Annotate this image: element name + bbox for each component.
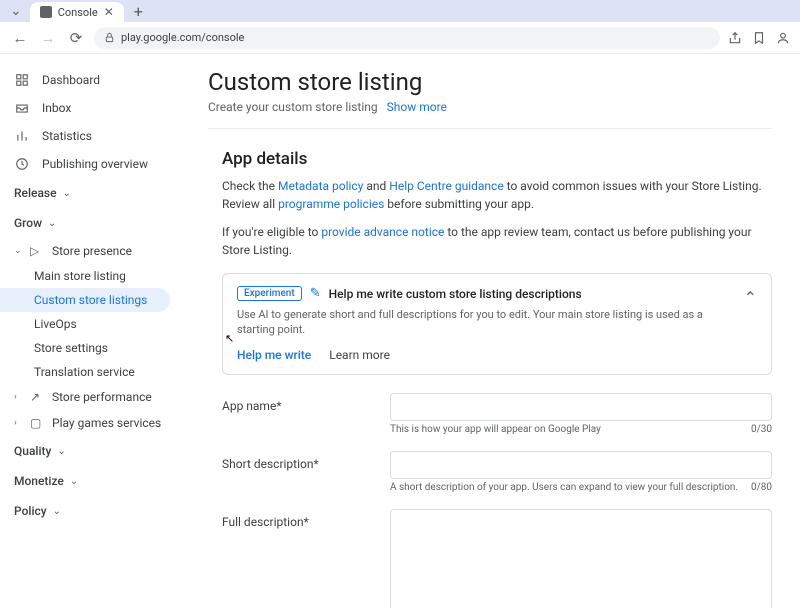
publish-icon [14,156,30,172]
sidebar-sub-main-listing[interactable]: Main store listing [0,264,180,288]
field-label: Short description* [222,451,390,493]
chevron-down-icon: ⌄ [14,246,22,256]
stats-icon [14,128,30,144]
sidebar-section-release[interactable]: Release ⌄ [0,178,180,208]
lock-icon [104,32,115,43]
sidebar-label: Dashboard [42,73,100,87]
sidebar-label: Statistics [42,129,92,143]
chevron-right-icon: › [14,418,22,428]
sidebar-sub-store-settings[interactable]: Store settings [0,336,180,360]
help-centre-link[interactable]: Help Centre guidance [389,179,503,193]
sidebar-label: Play games services [52,416,161,430]
forward-button[interactable]: → [38,29,58,47]
chevron-down-icon: ⌄ [63,188,71,199]
collapse-icon[interactable]: ⌃ [744,288,757,307]
section-heading-app-details: App details [208,149,772,169]
field-helper-text: A short description of your app. Users c… [390,482,738,493]
section-label: Policy [14,504,47,518]
show-more-link[interactable]: Show more [387,100,447,114]
sidebar-item-dashboard[interactable]: Dashboard [0,66,180,94]
field-app-name: App name* This is how your app will appe… [208,393,772,435]
chevron-down-icon: ⌄ [53,506,61,517]
sidebar-section-monetize[interactable]: Monetize ⌄ [0,466,180,496]
tab-list-chevron-icon[interactable]: ⌄ [6,3,26,19]
sidebar-section-grow[interactable]: Grow ⌄ [0,208,180,238]
experiment-panel: Experiment ✎ Help me write custom store … [222,273,772,375]
browser-tab[interactable]: Console ✕ [30,2,124,22]
char-counter: 0/80 [751,482,772,493]
url-input[interactable]: play.google.com/console [94,27,720,49]
share-icon[interactable] [728,31,742,45]
section-label: Monetize [14,474,64,488]
advance-notice-link[interactable]: provide advance notice [321,225,444,239]
sidebar-label: Publishing overview [42,157,148,171]
sidebar-item-play-games[interactable]: › ▢ Play games services [0,410,180,436]
sidebar-section-policy[interactable]: Policy ⌄ [0,496,180,526]
short-description-input[interactable] [390,451,772,479]
new-tab-button[interactable]: + [128,2,149,21]
sidebar-sub-custom-listings[interactable]: Custom store listings [0,288,170,312]
trend-icon: ↗ [30,390,44,404]
sidebar-item-inbox[interactable]: Inbox [0,94,180,122]
help-me-write-link[interactable]: Help me write [237,348,311,362]
app-details-line2: If you're eligible to provide advance no… [208,223,772,259]
experiment-body: Use AI to generate short and full descri… [237,307,727,338]
dashboard-icon [14,72,30,88]
sidebar-label: Store performance [52,390,152,404]
sidebar-section-quality[interactable]: Quality ⌄ [0,436,180,466]
field-full-description: Full description* 0/4000 [208,509,772,608]
full-description-input[interactable] [390,509,772,608]
field-helper-text: This is how your app will appear on Goog… [390,424,601,435]
wand-icon: ✎ [310,286,321,301]
chevron-down-icon: ⌄ [57,446,65,457]
sidebar-item-statistics[interactable]: Statistics [0,122,180,150]
page-subtitle: Create your custom store listing Show mo… [208,100,772,114]
field-label: App name* [222,393,390,435]
main-content: Custom store listing Create your custom … [180,54,800,608]
inbox-icon [14,100,30,116]
gamepad-icon: ▢ [30,416,44,430]
section-label: Quality [14,444,51,458]
divider [208,128,772,129]
address-bar: ← → ⟳ play.google.com/console [0,22,800,54]
chevron-right-icon: › [14,392,22,402]
sidebar-label: Inbox [42,101,71,115]
tab-title: Console [58,6,98,19]
programme-policies-link[interactable]: programme policies [278,197,384,211]
profile-icon[interactable] [776,31,790,45]
reload-button[interactable]: ⟳ [66,29,86,47]
app-details-line1: Check the Metadata policy and Help Centr… [208,177,772,213]
char-counter: 0/30 [751,424,772,435]
sidebar-item-store-presence[interactable]: ⌄ ▷ Store presence [0,238,180,264]
sidebar-item-publishing[interactable]: Publishing overview [0,150,180,178]
sidebar-item-store-performance[interactable]: › ↗ Store performance [0,384,180,410]
app-name-input[interactable] [390,393,772,421]
section-label: Release [14,186,57,200]
experiment-badge: Experiment [237,286,302,301]
browser-tab-strip: ⌄ Console ✕ + [0,0,800,22]
bookmark-icon[interactable] [752,31,766,45]
sidebar: Dashboard Inbox Statistics Publishing ov… [0,54,180,608]
tab-favicon [40,6,52,18]
page-title: Custom store listing [208,68,772,96]
close-icon[interactable]: ✕ [104,5,114,19]
learn-more-link[interactable]: Learn more [329,348,390,362]
experiment-title: Help me write custom store listing descr… [329,287,582,301]
sidebar-sub-translation[interactable]: Translation service [0,360,180,384]
field-label: Full description* [222,509,390,608]
metadata-policy-link[interactable]: Metadata policy [278,179,363,193]
sidebar-label: Store presence [52,244,132,258]
url-text: play.google.com/console [121,31,244,44]
section-label: Grow [14,216,42,230]
play-icon: ▷ [30,244,44,258]
chevron-down-icon: ⌄ [48,218,56,229]
field-short-description: Short description* A short description o… [208,451,772,493]
sidebar-sub-liveops[interactable]: LiveOps [0,312,180,336]
back-button[interactable]: ← [10,29,30,47]
chevron-down-icon: ⌄ [70,476,78,487]
